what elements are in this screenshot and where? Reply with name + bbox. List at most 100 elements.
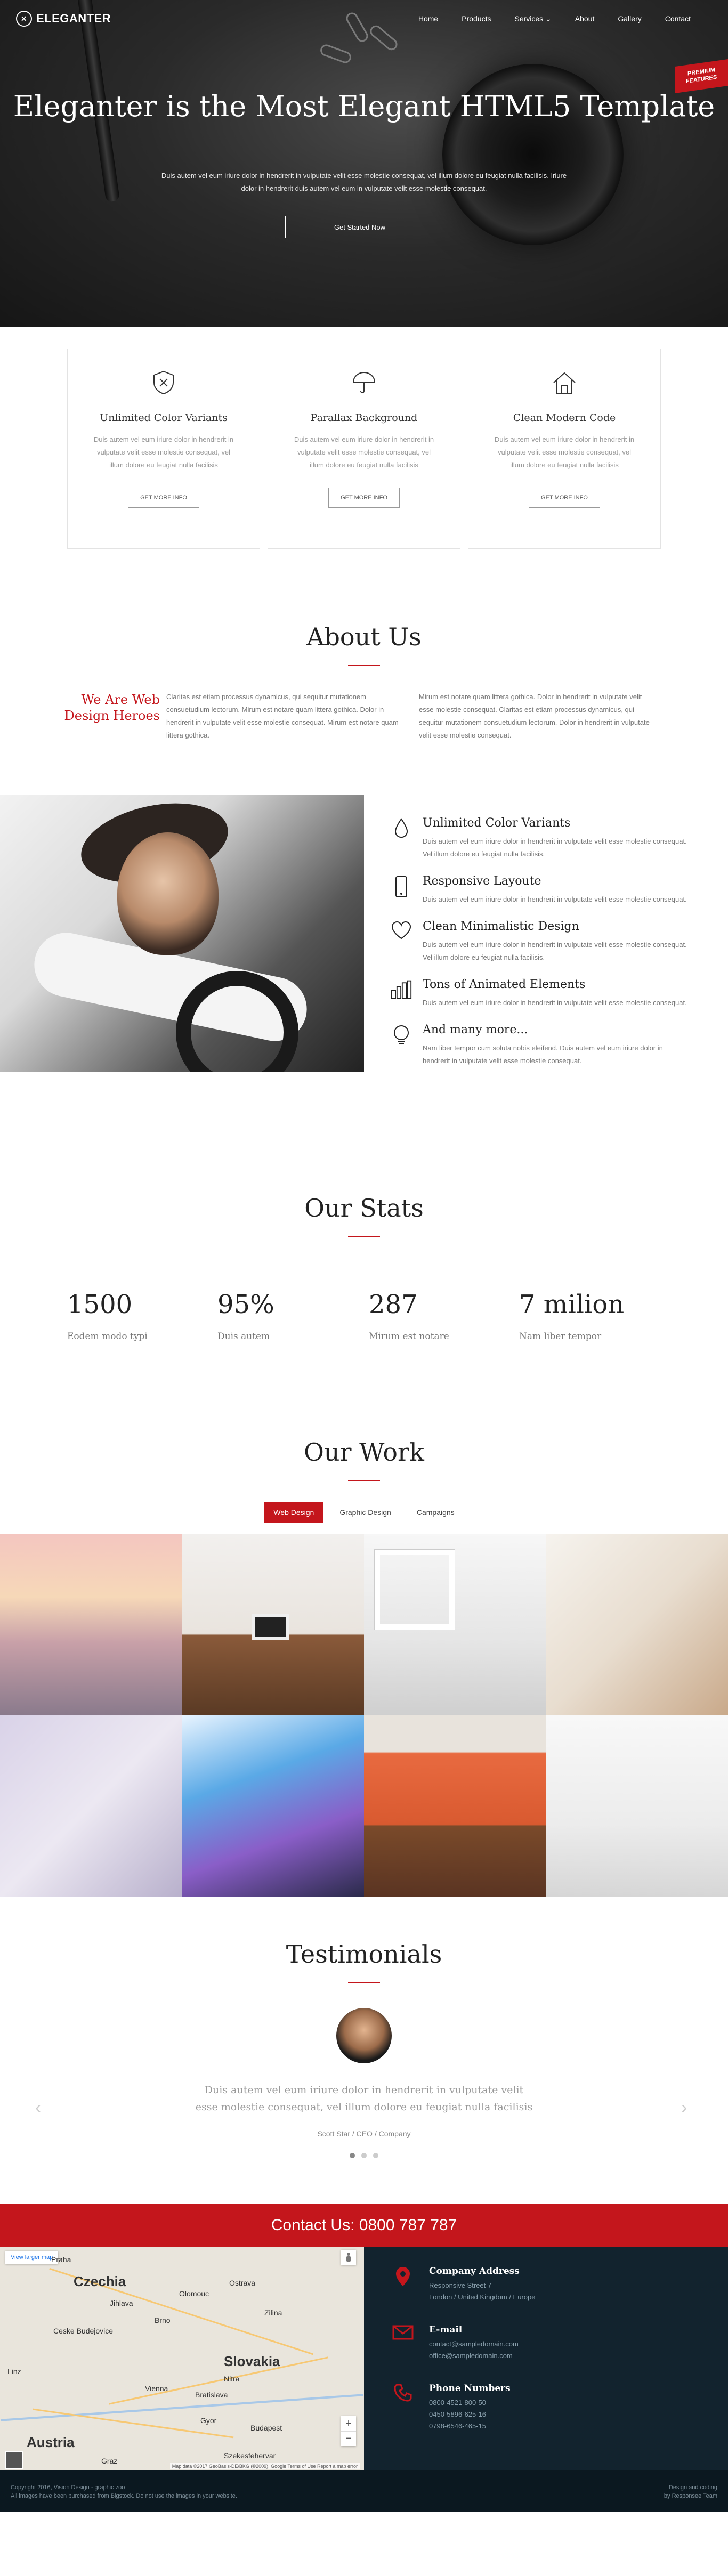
map-satellite-thumb[interactable] xyxy=(5,2451,23,2469)
phone-icon xyxy=(391,2383,415,2432)
zoom-out-icon[interactable]: − xyxy=(341,2431,356,2446)
carousel-dot[interactable] xyxy=(361,2153,367,2158)
contact-phone[interactable]: 0798-6546-465-15 xyxy=(429,2420,511,2432)
stat-value: 287 xyxy=(369,1290,418,1319)
contact-line: London / United Kingdom / Europe xyxy=(429,2293,536,2301)
shield-icon xyxy=(150,369,177,396)
map-label: Ceske Budejovice xyxy=(53,2327,114,2335)
map-label: Praha xyxy=(51,2255,71,2264)
nav-gallery[interactable]: Gallery xyxy=(618,14,641,23)
stat-item: 95% Duis autem xyxy=(217,1290,345,1342)
footer-line[interactable]: by Responsee Team xyxy=(664,2492,717,2500)
portfolio-tile[interactable] xyxy=(546,1534,728,1715)
stat-label: Duis autem xyxy=(217,1331,270,1342)
footer-line: All images have been purchased from Bigs… xyxy=(11,2493,237,2499)
designer-photo xyxy=(0,795,364,1072)
title-divider xyxy=(348,1236,380,1237)
map-zoom-controls: + − xyxy=(341,2416,356,2446)
contact-item: Phone Numbers 0800-4521-800-50 0450-5896… xyxy=(391,2383,689,2432)
stat-value: 95% xyxy=(217,1290,274,1319)
footer-line: Design and coding xyxy=(668,2484,717,2491)
nav-services-label: Services xyxy=(514,14,544,23)
carousel-dot[interactable] xyxy=(373,2153,378,2158)
map-label: Czechia xyxy=(74,2273,126,2289)
carousel-dot[interactable] xyxy=(350,2153,355,2158)
highlight-text: Duis autem vel eum iriure dolor in hendr… xyxy=(423,895,687,903)
footer: Copyright 2016, Vision Design - graphic … xyxy=(0,2470,728,2512)
zoom-in-icon[interactable]: + xyxy=(341,2416,356,2431)
stat-item: 1500 Eodem modo typi xyxy=(67,1290,195,1342)
chevron-right-icon[interactable]: › xyxy=(681,2097,687,2118)
title-divider xyxy=(348,1480,380,1481)
nav-contact[interactable]: Contact xyxy=(665,14,691,23)
feature-text: Duis autem vel eum iriure dolor in hendr… xyxy=(494,435,635,469)
portfolio-tile[interactable] xyxy=(364,1534,546,1715)
highlight-text: Duis autem vel eum iriure dolor in hendr… xyxy=(423,999,687,1007)
footer-line: Copyright 2016, Vision Design - graphic … xyxy=(11,2484,125,2491)
stat-item: 7 milion Nam liber tempor xyxy=(519,1290,647,1342)
map-label: Zilina xyxy=(264,2308,282,2317)
portfolio-tile[interactable] xyxy=(0,1715,182,1897)
nav-services[interactable]: Services ⌄ xyxy=(514,14,551,23)
feature-text: Duis autem vel eum iriure dolor in hendr… xyxy=(294,435,434,469)
stat-label: Mirum est notare xyxy=(369,1331,449,1342)
contact-item-title: Phone Numbers xyxy=(429,2383,511,2394)
highlight-text: Duis autem vel eum iriure dolor in hendr… xyxy=(423,837,687,858)
section-title: Our Work xyxy=(304,1438,424,1467)
highlight-text: Nam liber tempor cum soluta nobis eleife… xyxy=(423,1044,663,1065)
nav-about[interactable]: About xyxy=(575,14,595,23)
logo[interactable]: ✕ ELEGANTER xyxy=(16,11,111,27)
contact-phone[interactable]: 0450-5896-625-16 xyxy=(429,2409,511,2420)
footer-copyright: Copyright 2016, Vision Design - graphic … xyxy=(11,2483,237,2500)
stat-label: Eodem modo typi xyxy=(67,1331,148,1342)
portfolio-tile[interactable] xyxy=(182,1534,364,1715)
highlight-item: And many more... Nam liber tempor cum sol… xyxy=(391,1023,689,1067)
map-attribution: Map data ©2017 GeoBasis-DE/BKG (©2009), … xyxy=(169,2463,360,2469)
tab-campaigns[interactable]: Campaigns xyxy=(407,1502,464,1523)
map-label: Gyor xyxy=(200,2416,217,2425)
feature-card: Clean Modern Code Duis autem vel eum iri… xyxy=(468,349,661,549)
highlight-list: Unlimited Color Variants Duis autem vel e… xyxy=(391,816,689,1081)
brand-name: ELEGANTER xyxy=(36,12,111,25)
tab-graphic-design[interactable]: Graphic Design xyxy=(330,1502,401,1523)
stats-section: Our Stats 1500 Eodem modo typi 95% Duis au… xyxy=(0,1178,728,1390)
view-larger-map-link[interactable]: View larger map xyxy=(5,2251,59,2264)
contact-bar: Contact Us: 0800 787 787 xyxy=(0,2204,728,2247)
window xyxy=(375,1550,455,1630)
testimonial-author: Scott Star / CEO / Company xyxy=(317,2129,411,2138)
premium-features-badge[interactable]: PREMIUM FEATURES xyxy=(675,59,728,94)
top-nav: ✕ ELEGANTER Home Products Services ⌄ Abo… xyxy=(0,0,728,37)
portfolio-tile[interactable] xyxy=(546,1715,728,1897)
get-more-info-button[interactable]: GET MORE INFO xyxy=(328,488,400,508)
contact-phone[interactable]: 0800-4521-800-50 xyxy=(429,2397,511,2409)
title-divider xyxy=(348,665,380,666)
portfolio-tile[interactable] xyxy=(364,1715,546,1897)
testimonial-quote: Duis autem vel eum iriure dolor in hendr… xyxy=(195,2084,533,2113)
portfolio-tile[interactable] xyxy=(182,1715,364,1897)
stat-value: 1500 xyxy=(67,1290,133,1319)
map[interactable]: View larger map Czechia Slovakia Austria… xyxy=(0,2247,364,2470)
logo-icon: ✕ xyxy=(16,11,32,27)
get-started-button[interactable]: Get Started Now xyxy=(285,216,434,238)
chevron-left-icon[interactable]: ‹ xyxy=(35,2097,41,2118)
tab-web-design[interactable]: Web Design xyxy=(264,1502,324,1523)
section-title: About Us xyxy=(306,622,422,651)
highlight-title: Tons of Animated Elements xyxy=(423,978,586,991)
phone-icon xyxy=(391,874,412,906)
contact-email[interactable]: office@sampledomain.com xyxy=(429,2350,519,2362)
nav-products[interactable]: Products xyxy=(462,14,491,23)
contact-item-title: Company Address xyxy=(429,2266,520,2277)
get-more-info-button[interactable]: GET MORE INFO xyxy=(128,488,199,508)
nav-home[interactable]: Home xyxy=(418,14,438,23)
contact-item: E-mail contact@sampledomain.com office@s… xyxy=(391,2324,689,2362)
map-label: Jihlava xyxy=(110,2299,133,2307)
highlight-item: Unlimited Color Variants Duis autem vel e… xyxy=(391,816,689,861)
home-icon xyxy=(551,369,578,396)
street-view-icon[interactable] xyxy=(341,2250,356,2265)
get-more-info-button[interactable]: GET MORE INFO xyxy=(529,488,600,508)
photo-head xyxy=(117,832,219,955)
map-label: Nitra xyxy=(224,2375,240,2383)
contact-line: Responsive Street 7 xyxy=(429,2281,492,2289)
contact-email[interactable]: contact@sampledomain.com xyxy=(429,2338,519,2350)
portfolio-tile[interactable] xyxy=(0,1534,182,1715)
